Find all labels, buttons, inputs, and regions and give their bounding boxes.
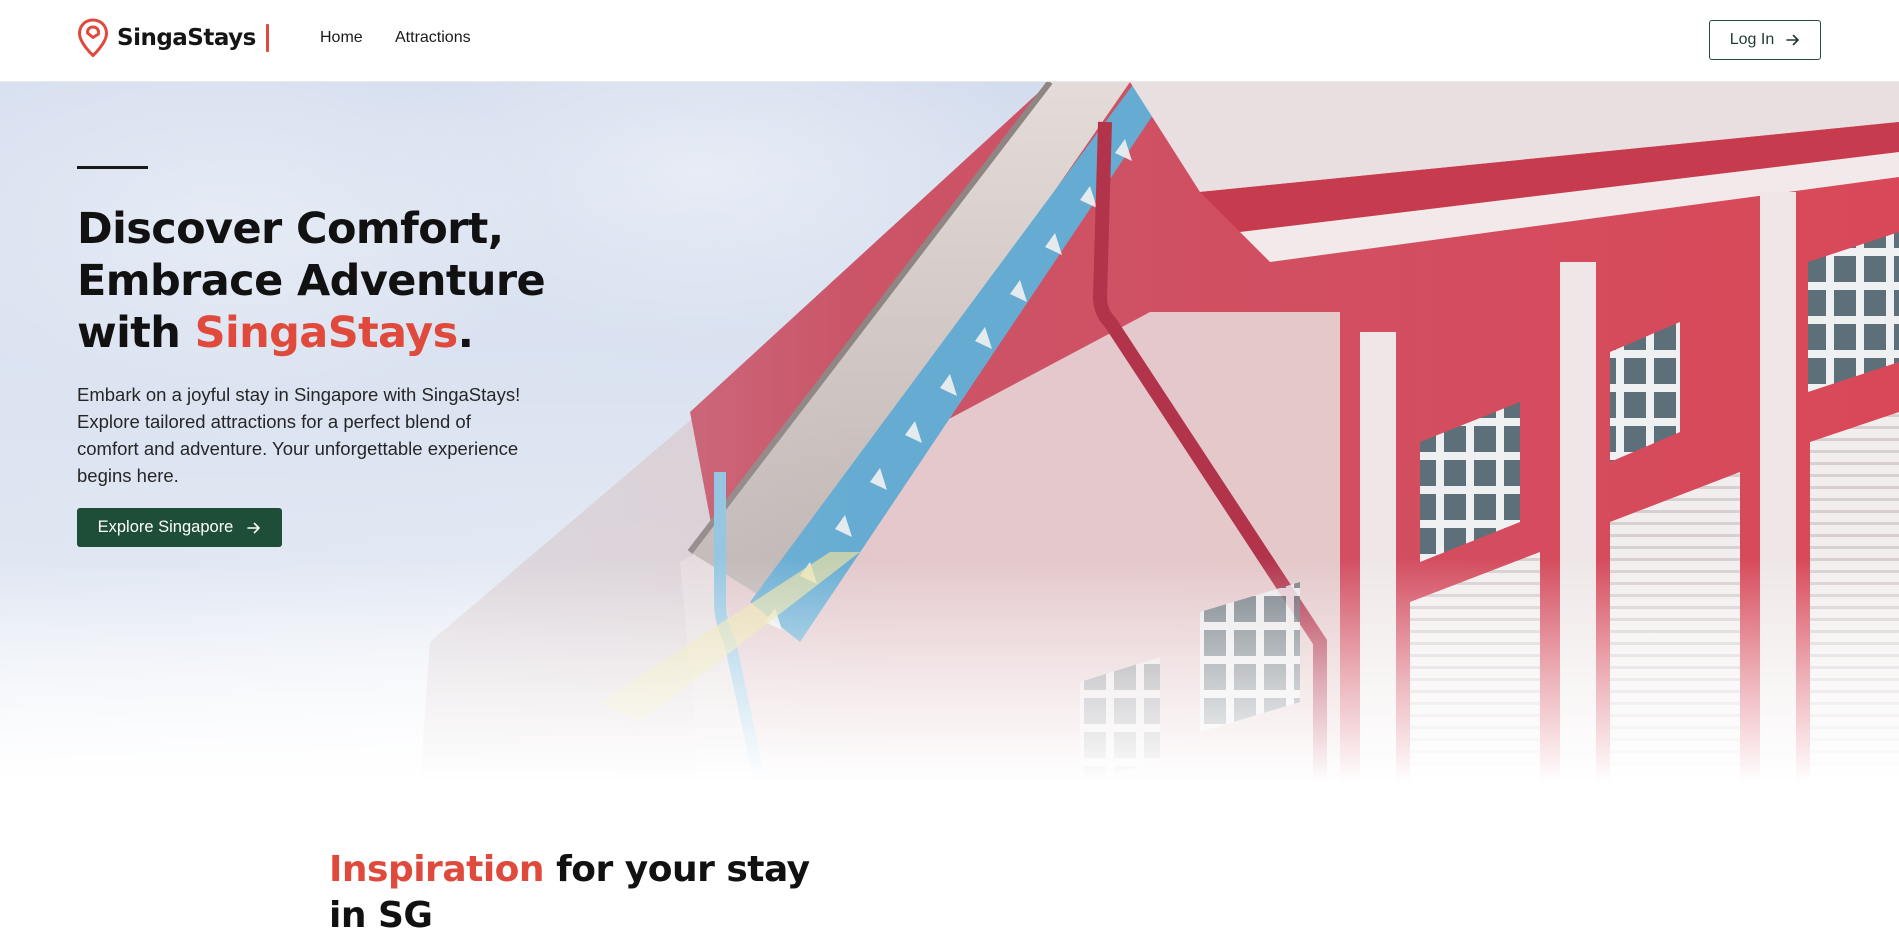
navbar: SingaStays Home Attractions Log In bbox=[0, 0, 1899, 82]
hero-title: Discover Comfort, Embrace Adventure with… bbox=[77, 203, 557, 359]
inspiration-title-accent: Inspiration bbox=[329, 849, 545, 890]
inspiration-section-title: Inspiration for your stay in SG bbox=[329, 847, 829, 939]
hero-title-line3-prefix: with bbox=[77, 308, 195, 358]
nav-link-home[interactable]: Home bbox=[320, 29, 363, 47]
explore-singapore-button[interactable]: Explore Singapore bbox=[77, 508, 282, 547]
hero-title-brand-accent: SingaStays bbox=[194, 308, 459, 358]
hero-description: Embark on a joyful stay in Singapore wit… bbox=[77, 384, 521, 486]
nav-link-attractions[interactable]: Attractions bbox=[395, 29, 471, 47]
hero-title-line2: Embrace Adventure bbox=[77, 256, 546, 306]
hero-title-line3-suffix: . bbox=[457, 308, 474, 358]
brand-logo-link[interactable]: SingaStays bbox=[77, 18, 256, 58]
arrow-right-icon bbox=[247, 522, 261, 533]
hero-accent-rule bbox=[77, 166, 148, 169]
location-pin-icon bbox=[78, 18, 108, 57]
explore-button-label: Explore Singapore bbox=[97, 518, 234, 536]
login-button[interactable]: Log In bbox=[1709, 20, 1821, 60]
login-button-label: Log In bbox=[1729, 31, 1775, 48]
hero-section: Discover Comfort, Embrace Adventure with… bbox=[0, 82, 1899, 782]
arrow-right-icon bbox=[1786, 34, 1800, 46]
brand-name: SingaStays bbox=[117, 25, 256, 51]
hero-content: Discover Comfort, Embrace Adventure with… bbox=[77, 166, 557, 547]
hero-title-line1: Discover Comfort, bbox=[77, 204, 504, 254]
brand-divider bbox=[266, 24, 269, 52]
